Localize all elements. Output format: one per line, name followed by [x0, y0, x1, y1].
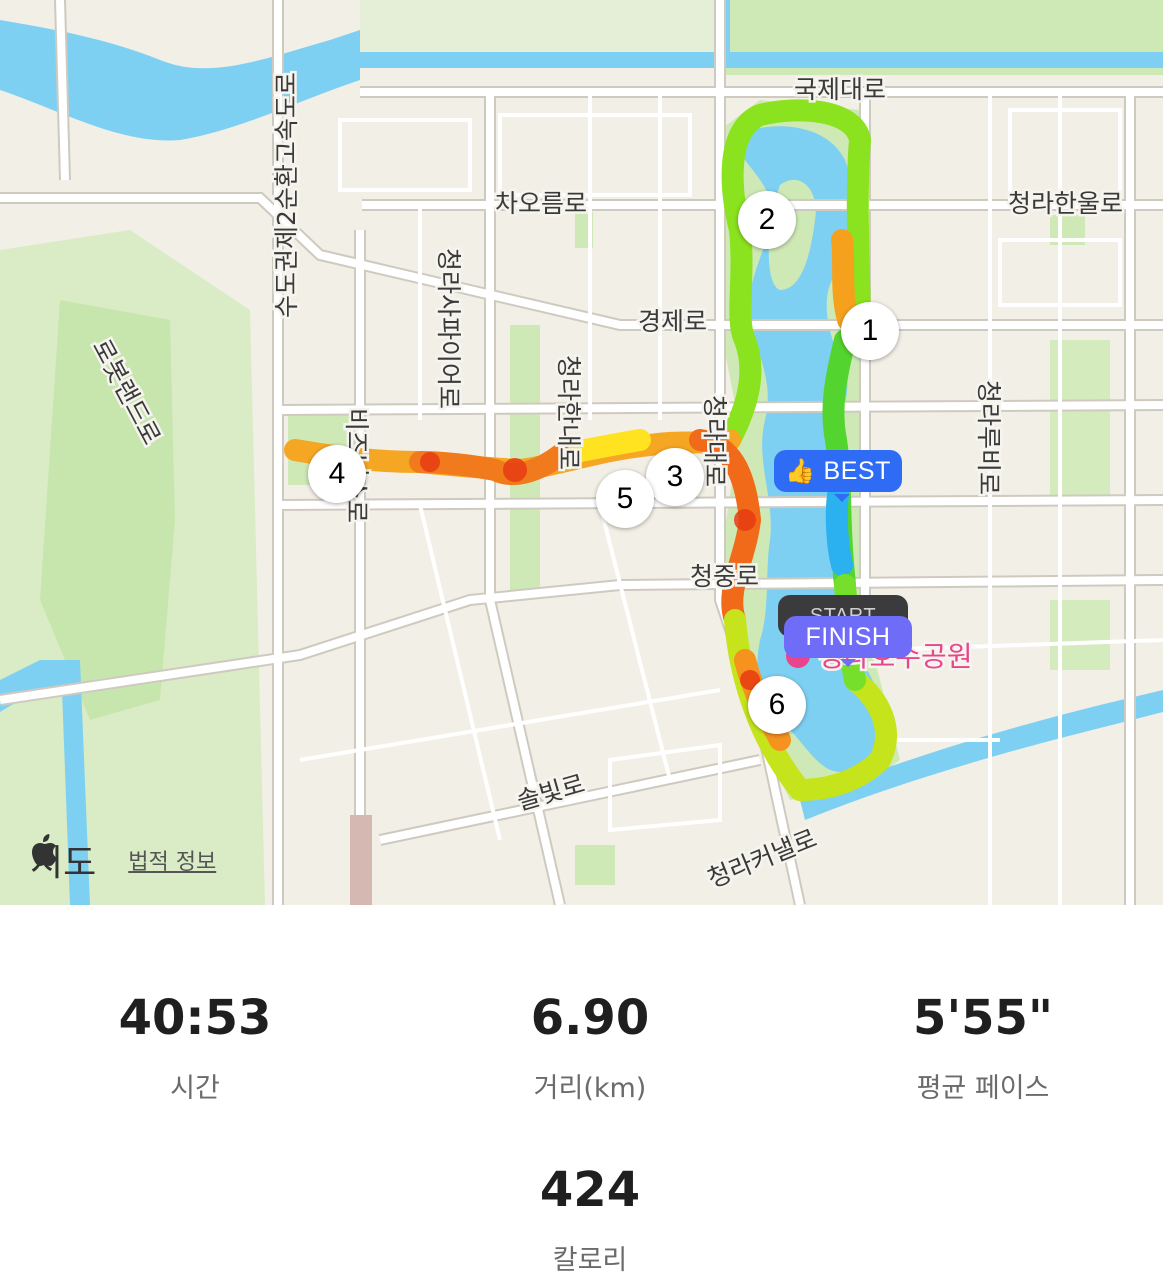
apple-logo-icon [32, 834, 57, 866]
legal-info-link[interactable]: 법적 정보 [128, 844, 216, 876]
stat-pace: 5'55" 평균 페이스 [783, 990, 1163, 1105]
road-label-cheongra-hanul: 청라한울로 [1008, 189, 1123, 218]
road-label-cheongra-sapphire: 청라사파이어로 [434, 248, 463, 409]
time-value: 40:53 [118, 990, 272, 1046]
road-label-cheongra-hannae: 청라한내로 [554, 355, 583, 470]
road-label-cheongra-dae: 청라대로 [700, 395, 729, 487]
road-label-gukje: 국제대로 [794, 75, 886, 104]
calories-value: 424 [539, 1162, 641, 1218]
road-label-gyeongje: 경제로 [638, 307, 707, 336]
map-attribution: 지도 법적 정보 [30, 834, 216, 886]
calories-label: 칼로리 [552, 1245, 628, 1276]
stat-distance: 6.90 거리(km) [390, 990, 790, 1105]
route-map[interactable]: 국제대로 차오름로 청라한울로 경제로 청중로 솔빛로 청라커낼로 청라루비로 … [0, 0, 1163, 905]
best-label: BEST [823, 456, 891, 485]
km-marker-3[interactable]: 3 [646, 448, 704, 506]
road-label-capital-ring: 수도권제2순환고속도로 [272, 72, 301, 318]
pace-label: 평균 페이스 [916, 1073, 1050, 1104]
finish-pill[interactable]: FINISH [784, 616, 912, 667]
road-label-cheongjung: 청중로 [690, 562, 759, 591]
map-canvas: 국제대로 차오름로 청라한울로 경제로 청중로 솔빛로 청라커낼로 청라루비로 … [0, 0, 1163, 905]
stat-calories: 424 칼로리 [390, 1162, 790, 1277]
km-marker-1[interactable]: 1 [841, 302, 899, 360]
distance-value: 6.90 [530, 990, 650, 1046]
road-label-chaoreum: 차오름로 [495, 189, 587, 218]
km-marker-6[interactable]: 6 [748, 676, 806, 734]
thumbs-up-icon: 👍 [785, 457, 816, 485]
apple-maps-logo: 지도 [30, 834, 96, 886]
road-label-cheongra-rubi: 청라루비로 [974, 380, 1003, 495]
km-marker-4[interactable]: 4 [308, 445, 366, 503]
stat-time: 40:53 시간 [0, 990, 395, 1105]
best-segment-pill[interactable]: 👍 BEST [774, 450, 902, 502]
time-label: 시간 [170, 1073, 220, 1104]
km-marker-2[interactable]: 2 [738, 191, 796, 249]
pace-value: 5'55" [913, 990, 1053, 1046]
km-marker-5[interactable]: 5 [596, 470, 654, 528]
distance-label: 거리(km) [533, 1073, 647, 1104]
